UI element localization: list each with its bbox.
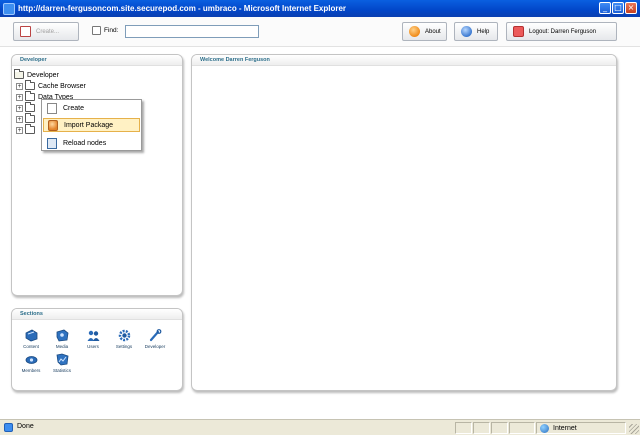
- create-icon: [20, 26, 31, 37]
- media-icon: [56, 329, 68, 342]
- help-icon: [461, 26, 472, 37]
- find-label: Find:: [92, 26, 118, 35]
- status-bar: Done Internet: [0, 419, 640, 435]
- create-button[interactable]: Create...: [13, 22, 79, 41]
- section-settings[interactable]: Settings: [107, 329, 141, 349]
- window-controls: _ □ ×: [599, 2, 637, 14]
- welcome-panel: Welcome Darren Ferguson: [191, 54, 617, 391]
- developer-icon: [149, 329, 161, 342]
- tree-item[interactable]: +: [16, 124, 38, 135]
- section-content[interactable]: Content: [14, 329, 48, 349]
- close-button[interactable]: ×: [625, 2, 637, 14]
- reload-icon: [47, 137, 57, 149]
- tree-item-label: Cache Browser: [38, 82, 86, 90]
- context-menu: Create Import Package Reload nodes: [41, 99, 142, 151]
- folder-icon: [25, 124, 35, 134]
- window-title-bar[interactable]: http://darren-fergusoncom.site.securepod…: [0, 0, 640, 17]
- folder-icon: [25, 113, 35, 123]
- logout-button-label: Logout: Darren Ferguson: [529, 28, 597, 35]
- logout-button[interactable]: Logout: Darren Ferguson: [506, 22, 617, 41]
- find-input[interactable]: [125, 25, 259, 38]
- section-statistics[interactable]: Statistics: [45, 353, 79, 373]
- folder-icon: [25, 80, 35, 90]
- context-menu-import-package[interactable]: Import Package: [43, 118, 140, 132]
- logout-icon: [513, 26, 524, 37]
- resize-grip[interactable]: [629, 424, 639, 434]
- content-icon: [25, 329, 37, 342]
- settings-icon: [118, 329, 130, 342]
- status-text: Done: [17, 423, 34, 430]
- page-icon: [4, 423, 13, 432]
- globe-icon: [540, 423, 549, 433]
- status-cell: [509, 422, 535, 434]
- status-cell: [473, 422, 490, 434]
- tree-root[interactable]: Developer: [14, 69, 59, 80]
- tree-item[interactable]: +: [16, 113, 38, 124]
- members-icon: [25, 356, 37, 364]
- folder-icon: [25, 102, 35, 112]
- statistics-icon: [56, 353, 68, 366]
- create-button-label: Create...: [36, 28, 60, 35]
- maximize-button[interactable]: □: [612, 2, 624, 14]
- ie-icon: [3, 2, 15, 15]
- folder-open-icon: [14, 69, 24, 79]
- status-cell: [491, 422, 508, 434]
- expand-icon[interactable]: +: [16, 104, 23, 112]
- tree-item-cache-browser[interactable]: + Cache Browser: [16, 80, 86, 91]
- tree-panel-title: Developer: [12, 55, 182, 66]
- section-users[interactable]: Users: [76, 329, 110, 349]
- sections-panel-title: Sections: [12, 309, 182, 320]
- package-icon: [48, 119, 58, 131]
- users-icon: [87, 330, 99, 341]
- context-menu-create[interactable]: Create: [43, 101, 140, 115]
- section-media[interactable]: Media: [45, 329, 79, 349]
- expand-icon[interactable]: +: [16, 93, 23, 101]
- create-icon: [47, 102, 57, 114]
- folder-icon: [25, 91, 35, 101]
- help-button-label: Help: [477, 28, 490, 35]
- tree-root-label: Developer: [27, 71, 59, 79]
- security-zone: Internet: [536, 422, 626, 434]
- welcome-panel-title: Welcome Darren Ferguson: [192, 55, 616, 66]
- section-members[interactable]: Members: [14, 353, 48, 373]
- find-icon: [92, 26, 101, 35]
- about-button-label: About: [425, 28, 441, 35]
- minimize-button[interactable]: _: [599, 2, 611, 14]
- tree-item[interactable]: +: [16, 102, 38, 113]
- expand-icon[interactable]: +: [16, 82, 23, 90]
- sections-panel: Sections Content Media Users Settings De…: [11, 308, 183, 391]
- about-button[interactable]: About: [402, 22, 447, 41]
- context-menu-reload-nodes[interactable]: Reload nodes: [43, 136, 140, 150]
- expand-icon[interactable]: +: [16, 115, 23, 123]
- section-developer[interactable]: Developer: [138, 329, 172, 349]
- developer-tree-panel: Developer Developer + Cache Browser + Da…: [11, 54, 183, 296]
- window-title: http://darren-fergusoncom.site.securepod…: [18, 4, 347, 13]
- expand-icon[interactable]: +: [16, 126, 23, 134]
- help-button[interactable]: Help: [454, 22, 498, 41]
- about-icon: [409, 26, 420, 37]
- status-cell: [455, 422, 472, 434]
